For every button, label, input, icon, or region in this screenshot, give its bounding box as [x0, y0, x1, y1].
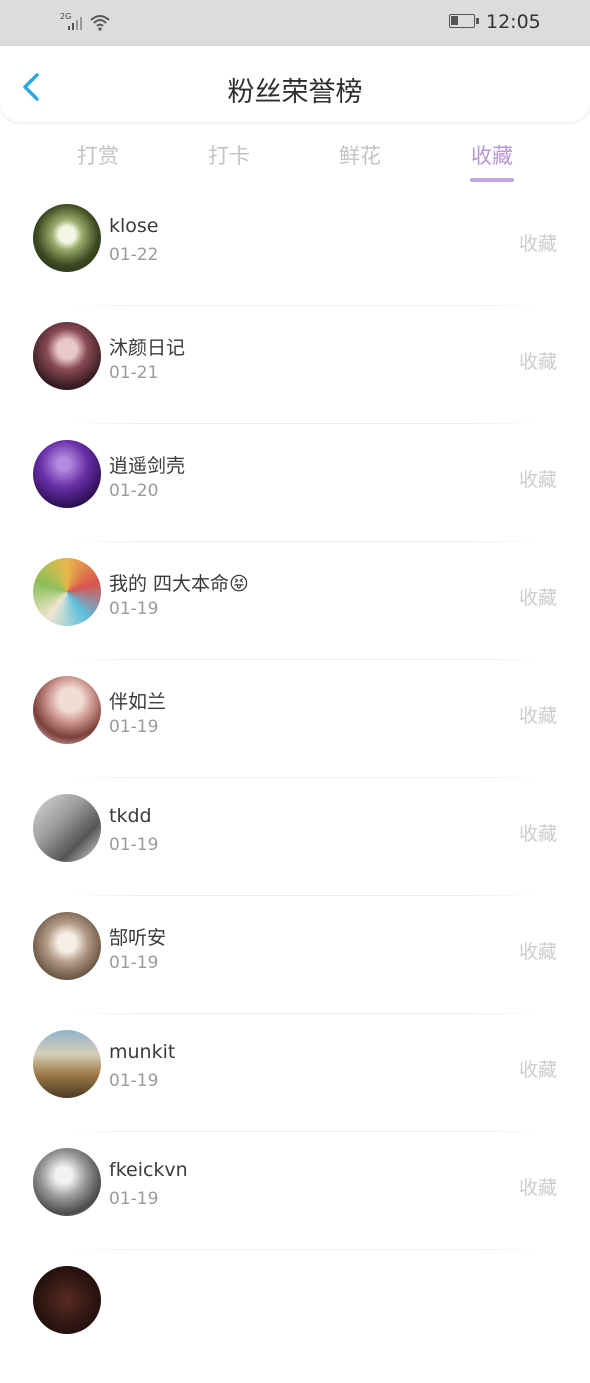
page-header: 粉丝荣誉榜 [0, 46, 590, 122]
fan-date: 01-19 [109, 1071, 159, 1091]
row-divider [70, 895, 540, 896]
list-item[interactable]: 郜听安 01-19 收藏 [0, 895, 590, 1029]
row-divider [70, 1131, 540, 1132]
action-type-label: 收藏 [518, 469, 557, 491]
avatar[interactable] [33, 204, 101, 272]
page-title: 粉丝荣誉榜 [227, 77, 363, 108]
fan-date: 01-20 [109, 481, 159, 501]
avatar[interactable] [33, 322, 101, 390]
wifi-icon [90, 15, 110, 31]
list-item[interactable]: 我的 四大本命😝 01-19 收藏 [0, 541, 590, 675]
fan-name: 逍遥剑壳 [109, 455, 186, 477]
list-item[interactable]: 逍遥剑壳 01-20 收藏 [0, 423, 590, 557]
row-divider [70, 659, 540, 660]
fan-name: klose [109, 215, 159, 237]
battery-tip [476, 18, 479, 24]
tab-reward[interactable]: 打赏 [53, 140, 143, 170]
row-divider [70, 1013, 540, 1014]
tab-checkin[interactable]: 打卡 [184, 140, 274, 170]
battery-level-fill [451, 16, 458, 25]
fan-name: fkeickvn [109, 1159, 188, 1181]
avatar[interactable] [33, 1266, 101, 1334]
list-item[interactable]: tkdd 01-19 收藏 [0, 777, 590, 911]
list-item[interactable] [0, 1249, 590, 1383]
fan-name: 伴如兰 [109, 691, 167, 713]
battery-icon [449, 14, 475, 28]
action-type-label: 收藏 [518, 233, 557, 255]
tab-favorites[interactable]: 收藏 [447, 140, 537, 170]
fan-date: 01-21 [109, 363, 159, 383]
action-type-label: 收藏 [518, 1177, 557, 1199]
signal-indicator: 2G [60, 12, 112, 32]
fan-date: 01-19 [109, 717, 159, 737]
active-tab-underline [470, 178, 514, 182]
fan-name: tkdd [109, 805, 152, 827]
list-item[interactable]: munkit 01-19 收藏 [0, 1013, 590, 1147]
tab-flowers[interactable]: 鲜花 [315, 140, 405, 170]
row-divider [70, 777, 540, 778]
list-item[interactable]: 沐颜日记 01-21 收藏 [0, 305, 590, 439]
row-divider [70, 1249, 540, 1250]
row-divider [70, 423, 540, 424]
action-type-label: 收藏 [518, 941, 557, 963]
fan-name: 沐颜日记 [109, 337, 186, 359]
action-type-label: 收藏 [518, 705, 557, 727]
status-clock: 12:05 [486, 11, 541, 33]
list-item[interactable]: 伴如兰 01-19 收藏 [0, 659, 590, 793]
fan-date: 01-19 [109, 835, 159, 855]
fan-date: 01-19 [109, 599, 159, 619]
fan-date: 01-22 [109, 245, 159, 265]
list-item[interactable]: klose 01-22 收藏 [0, 203, 590, 321]
avatar[interactable] [33, 440, 101, 508]
action-type-label: 收藏 [518, 587, 557, 609]
fan-date: 01-19 [109, 1189, 159, 1209]
list-item[interactable]: fkeickvn 01-19 收藏 [0, 1131, 590, 1265]
avatar[interactable] [33, 794, 101, 862]
status-bar: 2G 12:05 [0, 0, 590, 46]
avatar[interactable] [33, 558, 101, 626]
fan-name: munkit [109, 1041, 176, 1063]
avatar[interactable] [33, 912, 101, 980]
row-divider [70, 541, 540, 542]
action-type-label: 收藏 [518, 1059, 557, 1081]
action-type-label: 收藏 [518, 351, 557, 373]
avatar[interactable] [33, 1148, 101, 1216]
row-divider [70, 305, 540, 306]
fan-date: 01-19 [109, 953, 159, 973]
avatar[interactable] [33, 1030, 101, 1098]
fan-name: 郜听安 [109, 927, 167, 949]
avatar[interactable] [33, 676, 101, 744]
action-type-label: 收藏 [518, 823, 557, 845]
fan-name: 我的 四大本命😝 [109, 573, 249, 595]
signal-bars-icon [68, 16, 88, 30]
